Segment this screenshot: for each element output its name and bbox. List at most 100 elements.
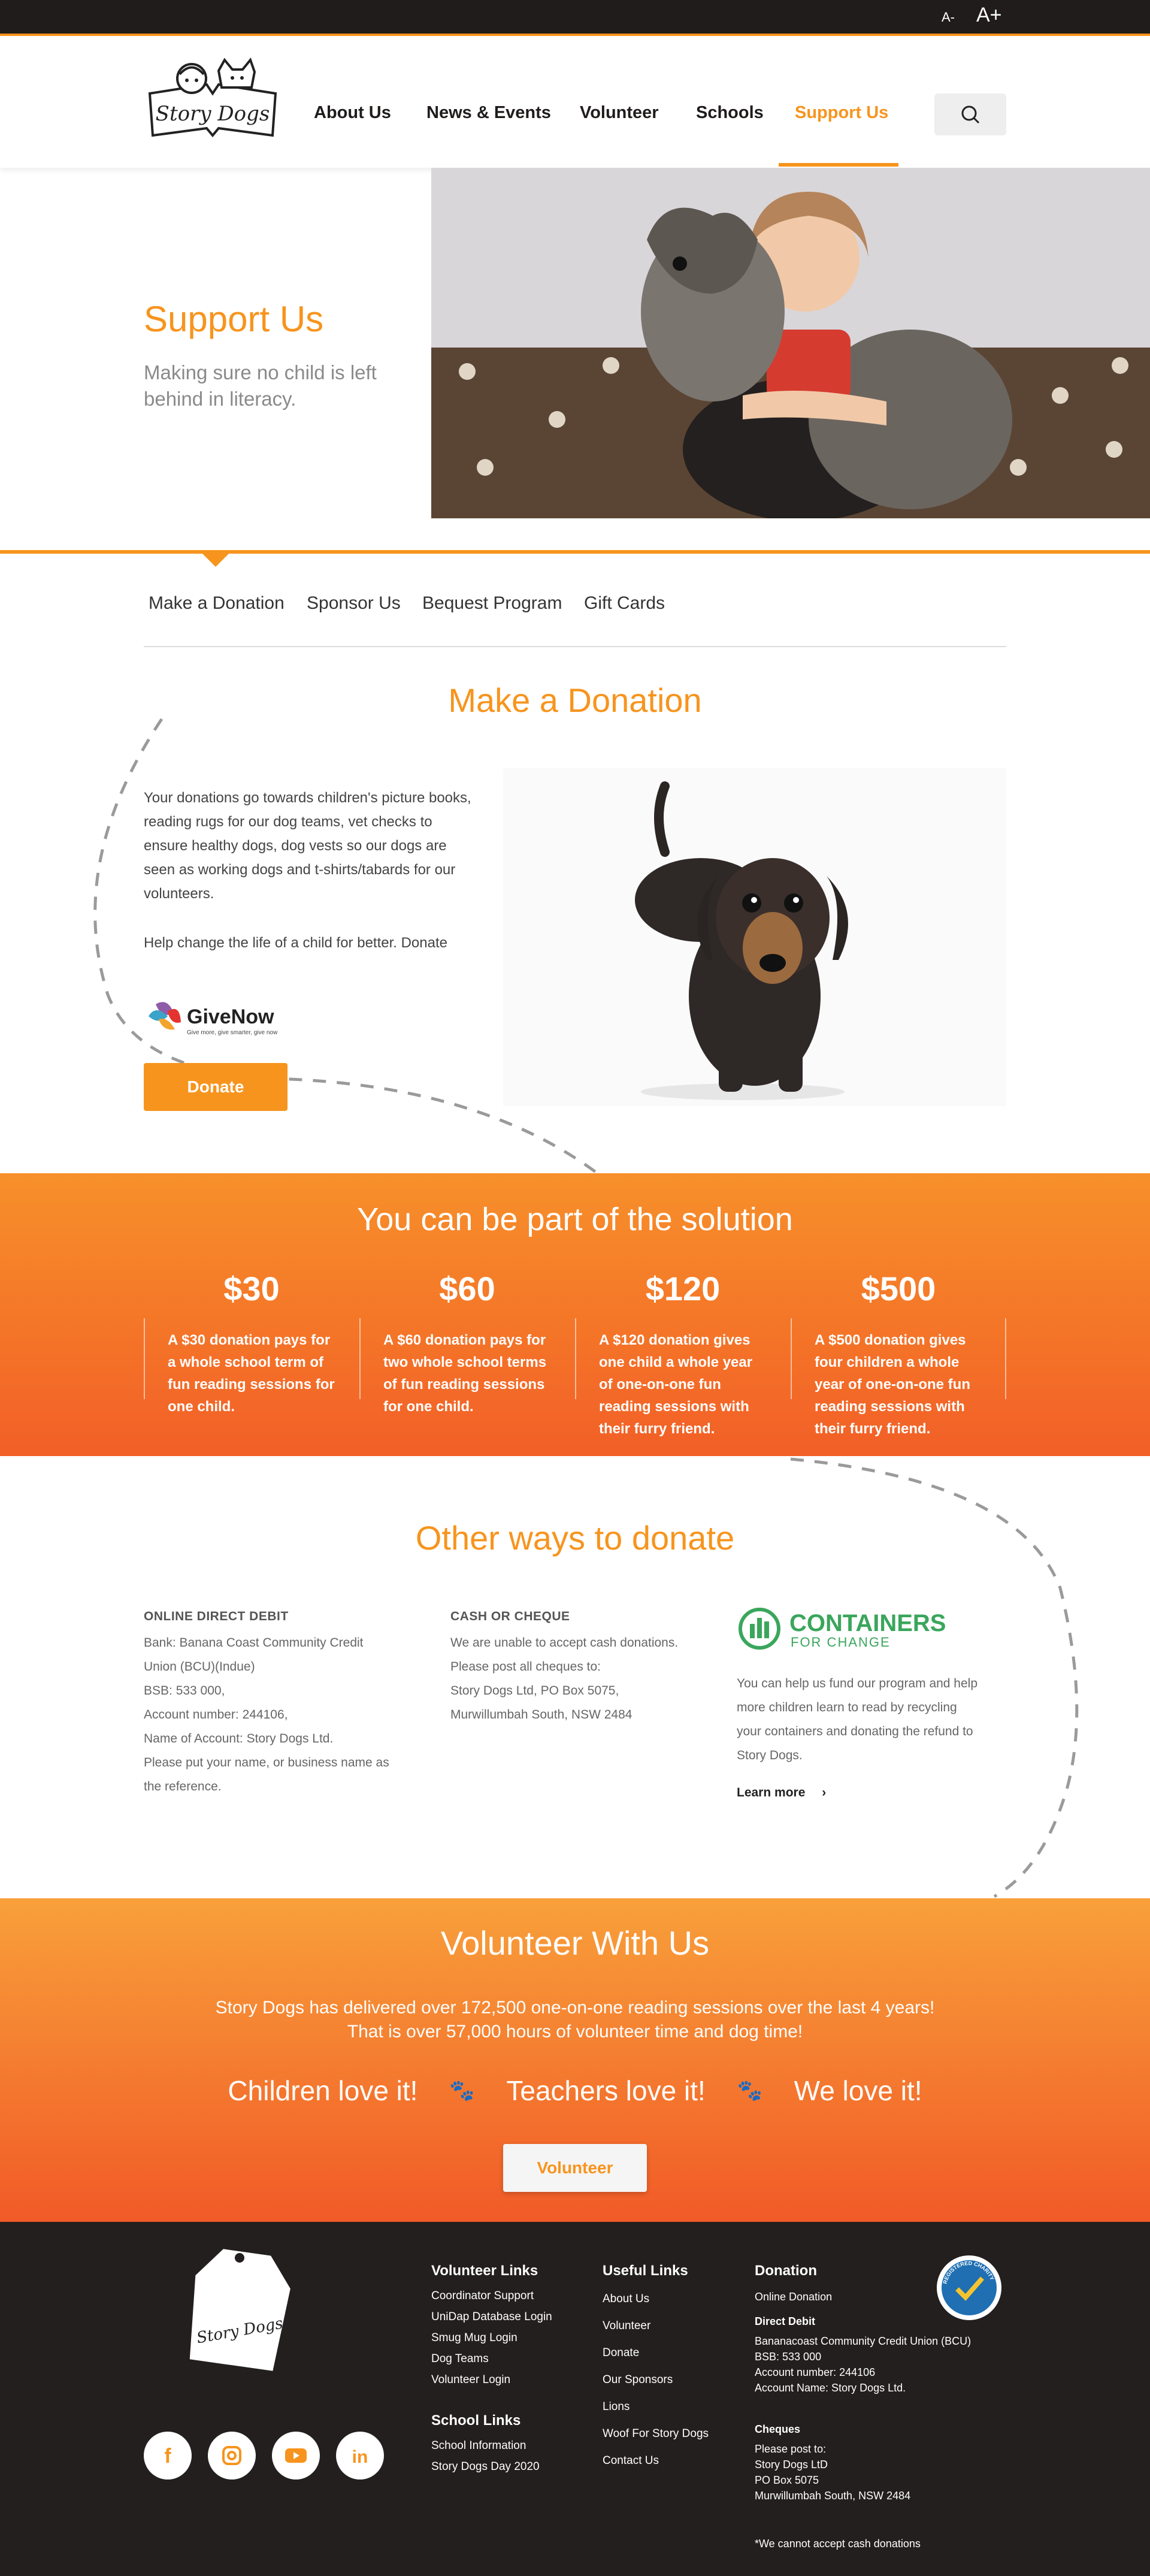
- footer-link[interactable]: Donate: [603, 2339, 709, 2366]
- section-divider: [0, 550, 1150, 554]
- linkedin-button[interactable]: in: [336, 2432, 384, 2480]
- linkedin-icon: in: [352, 2447, 368, 2467]
- donation-amount-description: A $500 donation gives four children a wh…: [815, 1332, 970, 1437]
- footer-link[interactable]: UniDap Database Login: [431, 2306, 552, 2327]
- hero-title: Support Us: [144, 299, 324, 339]
- footer-cash-note: *We cannot accept cash donations: [755, 2538, 921, 2550]
- dachshund-photo: [503, 768, 1006, 1106]
- paw-icon: 🐾: [449, 2079, 475, 2102]
- nav-about-us[interactable]: About Us: [314, 103, 391, 123]
- footer-tag-logo[interactable]: Story Dogs: [186, 2234, 293, 2372]
- registered-charity-badge: REGISTERED CHARITY: [936, 2254, 1003, 2321]
- footer-link[interactable]: Volunteer Login: [431, 2369, 552, 2390]
- donation-amount-description: A $120 donation gives one child a whole …: [599, 1332, 753, 1437]
- love-teachers: Teachers love it!: [506, 2074, 706, 2106]
- solution-title: You can be part of the solution: [357, 1201, 793, 1237]
- site-header: Story Dogs About Us News & Events Volunt…: [0, 38, 1150, 168]
- footer-volunteer-links-heading: Volunteer Links: [431, 2263, 538, 2279]
- tab-make-a-donation[interactable]: Make a Donation: [149, 593, 285, 614]
- chevron-right-icon: ›: [822, 1786, 827, 1799]
- direct-debit-details: Bank: Banana Coast Community Credit Unio…: [144, 1636, 389, 1793]
- nav-support-us[interactable]: Support Us: [795, 103, 888, 123]
- footer-link[interactable]: About Us: [603, 2285, 709, 2312]
- footer-link[interactable]: Coordinator Support: [431, 2285, 552, 2306]
- svg-text:GiveNow: GiveNow: [187, 1005, 274, 1028]
- footer-online-donation-link[interactable]: Online Donation: [755, 2289, 832, 2305]
- love-children: Children love it!: [228, 2074, 418, 2106]
- cash-cheque-details: We are unable to accept cash donations. …: [450, 1636, 679, 1722]
- footer-direct-debit-details: Bananacoast Community Credit Union (BCU)…: [755, 2335, 972, 2394]
- story-dogs-logo[interactable]: Story Dogs: [144, 52, 282, 141]
- givenow-logo[interactable]: GiveNow Give more, give smarter, give no…: [144, 998, 299, 1040]
- footer-link[interactable]: Dog Teams: [431, 2348, 552, 2369]
- donation-description: Your donations go towards children's pic…: [144, 790, 471, 902]
- subnav-divider: [144, 646, 1006, 647]
- svg-text:f: f: [164, 2445, 171, 2468]
- footer-link[interactable]: Lions: [603, 2393, 709, 2420]
- nav-volunteer[interactable]: Volunteer: [580, 103, 659, 123]
- youtube-button[interactable]: [272, 2432, 320, 2480]
- nav-news-events[interactable]: News & Events: [426, 103, 551, 123]
- learn-more-link[interactable]: Learn more ›: [737, 1786, 826, 1800]
- hero-photo-girl-with-dog: [431, 168, 1150, 518]
- site-footer: Story Dogs f in Volunteer Links Coordina…: [0, 2222, 1150, 2576]
- containers-description: You can help us fund our program and hel…: [737, 1677, 978, 1762]
- footer-link[interactable]: Volunteer: [603, 2312, 709, 2339]
- svg-text:Give more, give smarter, give: Give more, give smarter, give now: [187, 1029, 278, 1036]
- svg-text:CONTAINERS: CONTAINERS: [789, 1610, 946, 1636]
- tab-gift-cards[interactable]: Gift Cards: [584, 593, 665, 614]
- footer-volunteer-links: Coordinator Support UniDap Database Logi…: [431, 2285, 552, 2390]
- svg-text:FOR CHANGE: FOR CHANGE: [791, 1635, 891, 1650]
- donation-amount-description: A $30 donation pays for a whole school t…: [168, 1332, 335, 1415]
- facebook-button[interactable]: f: [144, 2432, 192, 2480]
- instagram-button[interactable]: [208, 2432, 256, 2480]
- donation-amount-description: A $60 donation pays for two whole school…: [383, 1332, 547, 1415]
- nav-schools[interactable]: Schools: [696, 103, 764, 123]
- footer-link[interactable]: Smug Mug Login: [431, 2327, 552, 2348]
- footer-useful-links: About Us Volunteer Donate Our Sponsors L…: [603, 2285, 709, 2474]
- footer-useful-links-heading: Useful Links: [603, 2263, 688, 2279]
- font-increase-button[interactable]: A+: [976, 4, 1002, 27]
- volunteer-stats-line2: That is over 57,000 hours of volunteer t…: [347, 2022, 803, 2042]
- search-button[interactable]: [934, 93, 1006, 135]
- youtube-icon: [285, 2448, 307, 2463]
- footer-cheques-details: Please post to: Story Dogs LtD PO Box 50…: [755, 2443, 911, 2502]
- donation-title: Make a Donation: [448, 681, 702, 719]
- footer-link[interactable]: School Information: [431, 2435, 540, 2456]
- volunteer-section: Volunteer With Us Story Dogs has deliver…: [0, 1898, 1150, 2222]
- other-ways-title: Other ways to donate: [415, 1519, 735, 1557]
- donation-amount: $120: [645, 1270, 721, 1307]
- font-decrease-button[interactable]: A-: [942, 10, 955, 25]
- containers-for-change-logo[interactable]: CONTAINERS FOR CHANGE: [737, 1606, 976, 1651]
- volunteer-title: Volunteer With Us: [440, 1924, 710, 1962]
- instagram-icon: [222, 2446, 241, 2465]
- direct-debit-heading: ONLINE DIRECT DEBIT: [144, 1609, 289, 1623]
- tab-sponsor-us[interactable]: Sponsor Us: [307, 593, 401, 614]
- footer-link[interactable]: Story Dogs Day 2020: [431, 2456, 540, 2477]
- paw-icon: 🐾: [737, 2079, 762, 2102]
- volunteer-button[interactable]: Volunteer: [503, 2144, 647, 2192]
- footer-school-links-heading: School Links: [431, 2412, 521, 2429]
- search-icon: [961, 105, 980, 124]
- footer-link[interactable]: Our Sponsors: [603, 2366, 709, 2393]
- footer-link[interactable]: Woof For Story Dogs: [603, 2420, 709, 2447]
- love-us: We love it!: [794, 2074, 922, 2106]
- hero-subtitle: Making sure no child is left behind in l…: [144, 361, 377, 410]
- facebook-icon: f: [164, 2445, 171, 2468]
- donation-amount: $30: [223, 1270, 280, 1307]
- solution-section: You can be part of the solution $30 $60 …: [0, 1173, 1150, 1456]
- donate-button[interactable]: Donate: [144, 1063, 288, 1111]
- love-it-row: Children love it! 🐾 Teachers love it! 🐾 …: [0, 2072, 1150, 2107]
- footer-donation-heading: Donation: [755, 2263, 817, 2279]
- active-nav-indicator: [779, 163, 898, 167]
- tab-bequest-program[interactable]: Bequest Program: [422, 593, 562, 614]
- accessibility-bar: A- A+: [0, 0, 1150, 36]
- donation-amount: $500: [861, 1270, 936, 1307]
- cash-cheque-heading: CASH OR CHEQUE: [450, 1609, 570, 1623]
- donation-cta-text: Help change the life of a child for bett…: [144, 935, 447, 951]
- donation-amount: $60: [439, 1270, 495, 1307]
- volunteer-stats-line1: Story Dogs has delivered over 172,500 on…: [215, 1998, 935, 2018]
- svg-text:in: in: [352, 2447, 368, 2467]
- footer-school-links: School Information Story Dogs Day 2020: [431, 2435, 540, 2477]
- footer-link[interactable]: Contact Us: [603, 2447, 709, 2474]
